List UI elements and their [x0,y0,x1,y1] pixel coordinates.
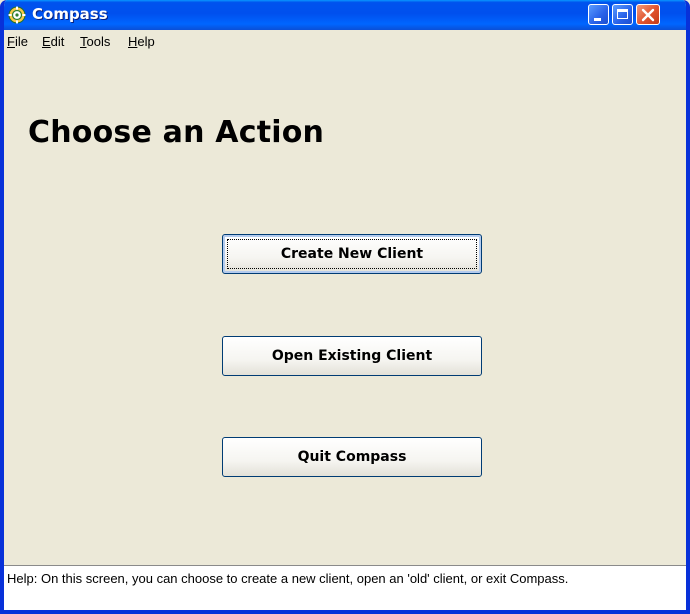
menu-tools-rest: ools [86,34,111,49]
menu-edit-rest: dit [50,34,65,49]
help-text: Help: On this screen, you can choose to … [7,571,569,586]
menu-edit-mnemonic: E [42,34,51,49]
menu-file-rest: ile [14,34,28,49]
menu-tools[interactable]: Tools [80,34,110,49]
focus-ring [227,239,477,269]
menu-file[interactable]: File [7,34,28,49]
menu-help-rest: elp [137,34,155,49]
menu-help[interactable]: Help [128,34,155,49]
menu-edit[interactable]: Edit [42,34,64,49]
maximize-button[interactable] [612,4,633,25]
quit-compass-button[interactable]: Quit Compass [222,437,482,477]
quit-compass-label: Quit Compass [297,449,407,465]
title-bar[interactable]: Compass [4,0,686,30]
page-title: Choose an Action [28,115,325,150]
close-button[interactable] [636,4,660,25]
menu-file-mnemonic: F [7,34,15,49]
minimize-button[interactable] [588,4,609,25]
app-window: Compass File Edit Tools Help Choose an A… [0,0,690,614]
window-title: Compass [32,5,108,23]
menu-bar: File Edit Tools Help [4,30,686,52]
close-icon [641,8,655,22]
create-new-client-button[interactable]: Create New Client [222,234,482,274]
compass-gear-icon [8,6,26,24]
menu-help-mnemonic: H [128,34,138,49]
open-existing-client-button[interactable]: Open Existing Client [222,336,482,376]
help-status-bar: Help: On this screen, you can choose to … [4,565,686,610]
open-existing-client-label: Open Existing Client [271,348,433,364]
